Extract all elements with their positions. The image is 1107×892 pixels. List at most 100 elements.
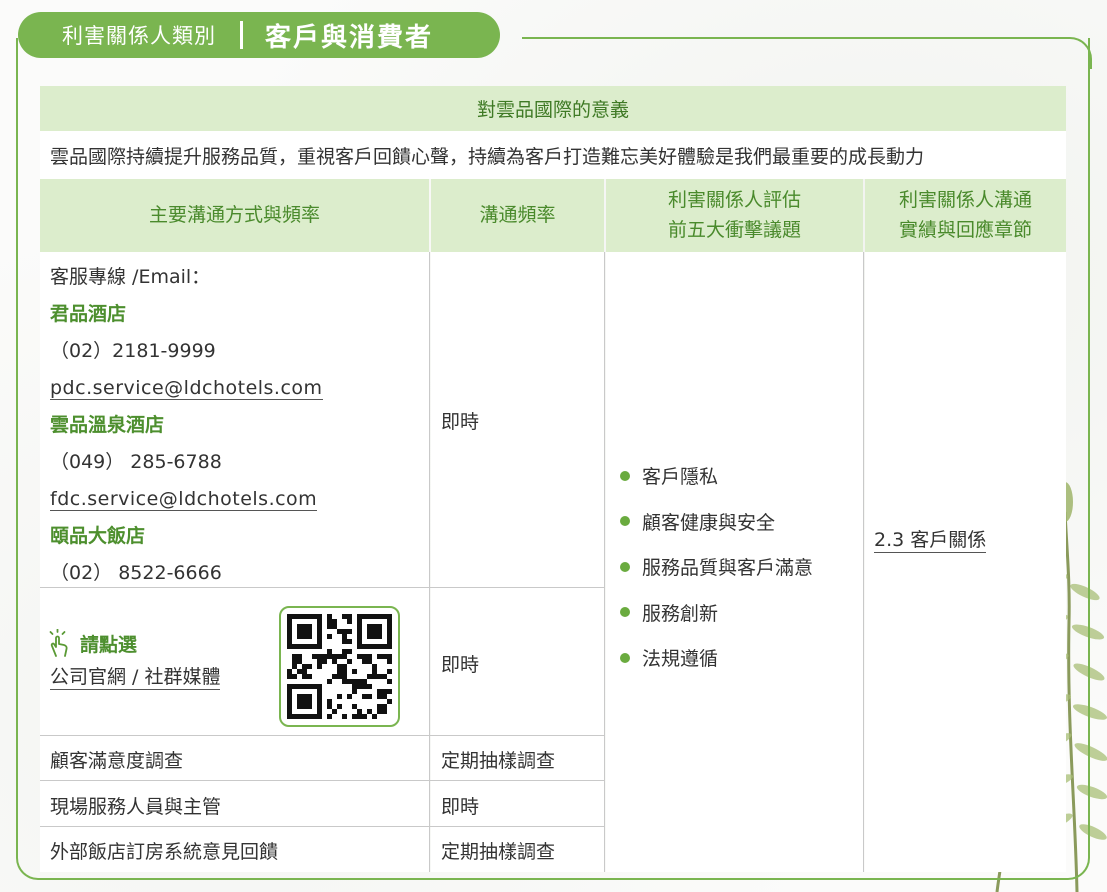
hotel-name: 君品酒店	[50, 303, 127, 325]
qr-module	[362, 714, 367, 719]
qr-module	[297, 704, 302, 709]
qr-module	[387, 624, 392, 629]
list-item: 服務品質與客戶滿意	[620, 544, 813, 590]
qr-module	[372, 629, 377, 634]
qr-module	[347, 629, 352, 634]
qr-module	[287, 629, 292, 634]
qr-module	[327, 704, 332, 709]
header-banner: 利害關係人類別 客戶與消費者	[18, 12, 500, 58]
header-issues-line2: 前五大衝擊議題	[667, 218, 801, 241]
qr-module	[287, 699, 292, 704]
qr-module	[377, 624, 382, 629]
qr-module	[297, 659, 302, 664]
qr-module	[377, 629, 382, 634]
issue-label: 法規遵循	[642, 648, 719, 671]
header-response-line2: 實績與回應章節	[898, 218, 1032, 241]
qr-module	[387, 614, 392, 619]
qr-module	[327, 634, 332, 639]
qr-module	[327, 614, 332, 619]
qr-module	[327, 654, 332, 659]
qr-module	[357, 634, 362, 639]
qr-module	[362, 684, 367, 689]
qr-module	[317, 614, 322, 619]
qr-module	[327, 624, 332, 629]
qr-module	[317, 684, 322, 689]
hotel-email-link[interactable]: pdc.service@ldchotels.com	[50, 377, 323, 400]
qr-module	[317, 689, 322, 694]
official-website-link[interactable]: 公司官網 / 社群媒體	[50, 665, 221, 690]
website-cell: 請點選 公司官網 / 社群媒體	[48, 625, 221, 690]
contact-frequency: 即時	[441, 411, 480, 433]
qr-module	[367, 654, 372, 659]
qr-module	[287, 634, 292, 639]
qr-module	[302, 704, 307, 709]
qr-module	[332, 674, 337, 679]
qr-module	[307, 634, 312, 639]
qr-module	[377, 674, 382, 679]
qr-module	[297, 684, 302, 689]
col-response-bg	[865, 252, 1066, 872]
qr-module	[302, 644, 307, 649]
divider	[863, 252, 864, 872]
qr-module	[322, 654, 327, 659]
qr-module	[382, 704, 387, 709]
qr-module	[317, 629, 322, 634]
qr-module	[367, 709, 372, 714]
qr-module	[317, 664, 322, 669]
qr-module	[387, 669, 392, 674]
qr-module	[287, 709, 292, 714]
qr-module	[377, 614, 382, 619]
qr-module	[307, 614, 312, 619]
qr-module	[372, 669, 377, 674]
qr-module	[307, 714, 312, 719]
stakeholder-category-title: 客戶與消費者	[265, 22, 434, 53]
qr-module	[382, 614, 387, 619]
response-chapter-link[interactable]: 2.3 客戶關係	[874, 528, 987, 553]
list-item: 服務創新	[620, 590, 813, 636]
qr-module	[342, 664, 347, 669]
qr-module	[297, 644, 302, 649]
qr-module	[372, 674, 377, 679]
qr-module	[362, 614, 367, 619]
qr-module	[357, 644, 362, 649]
hotel-phone: （02）2181-9999	[50, 340, 216, 362]
qr-module	[387, 659, 392, 664]
qr-module	[342, 634, 347, 639]
qr-module	[342, 669, 347, 674]
hotel-phone: （02） 8522-6666	[50, 562, 222, 584]
list-item: 法規遵循	[620, 635, 813, 681]
qr-module	[292, 654, 297, 659]
issue-label: 客戶隱私	[642, 466, 719, 489]
qr-module	[357, 619, 362, 624]
qr-module	[307, 694, 312, 699]
bullet-icon	[620, 516, 630, 527]
hotel-email-link[interactable]: fdc.service@ldchotels.com	[50, 488, 318, 511]
qr-module	[347, 659, 352, 664]
qr-module	[297, 714, 302, 719]
qr-module	[357, 629, 362, 634]
qr-module	[312, 614, 317, 619]
qr-module	[357, 709, 362, 714]
qr-module	[352, 714, 357, 719]
qr-module	[297, 634, 302, 639]
qr-module	[352, 684, 357, 689]
qr-module	[317, 659, 322, 664]
qr-code[interactable]	[279, 606, 400, 727]
qr-module	[337, 704, 342, 709]
qr-module	[292, 674, 297, 679]
qr-module	[297, 624, 302, 629]
qr-module	[302, 629, 307, 634]
qr-module	[372, 714, 377, 719]
qr-module	[287, 619, 292, 624]
qr-module	[287, 624, 292, 629]
communication-table: 主要溝通方式與頻率 溝通頻率 利害關係人評估 前五大衝擊議題 利害關係人溝通 實…	[40, 179, 1066, 872]
qr-module	[287, 714, 292, 719]
qr-module	[367, 674, 372, 679]
header-issues-line1: 利害關係人評估	[667, 189, 801, 212]
qr-module	[317, 634, 322, 639]
qr-module	[387, 689, 392, 694]
divider	[429, 252, 430, 872]
qr-module	[292, 684, 297, 689]
qr-module	[347, 679, 352, 684]
qr-module	[287, 639, 292, 644]
